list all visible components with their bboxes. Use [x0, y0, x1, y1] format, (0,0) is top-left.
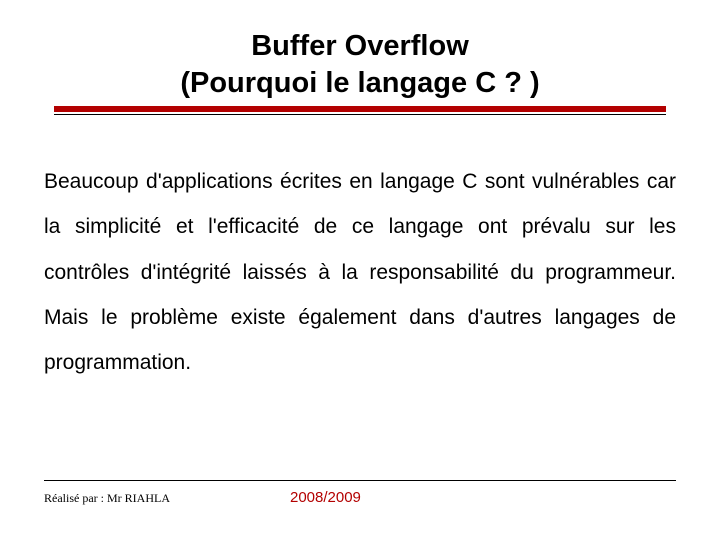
footer-author: Réalisé par : Mr RIAHLA [44, 491, 170, 506]
footer: Réalisé par : Mr RIAHLA 2008/2009 [44, 480, 676, 506]
title-line-1: Buffer Overflow [44, 28, 676, 65]
body-block: Beaucoup d'applications écrites en langa… [44, 159, 676, 385]
title-line-2: (Pourquoi le langage C ? ) [44, 65, 676, 102]
footer-divider [44, 480, 676, 481]
footer-author-prefix: Réalisé par : [44, 491, 107, 505]
body-paragraph: Beaucoup d'applications écrites en langa… [44, 159, 676, 385]
footer-author-name: Mr RIAHLA [107, 491, 170, 505]
footer-year: 2008/2009 [170, 489, 676, 506]
title-underline-thin [54, 114, 666, 115]
footer-row: Réalisé par : Mr RIAHLA 2008/2009 [44, 489, 676, 506]
title-block: Buffer Overflow (Pourquoi le langage C ?… [44, 0, 676, 115]
title-underline-thick [54, 106, 666, 112]
slide: Buffer Overflow (Pourquoi le langage C ?… [0, 0, 720, 540]
